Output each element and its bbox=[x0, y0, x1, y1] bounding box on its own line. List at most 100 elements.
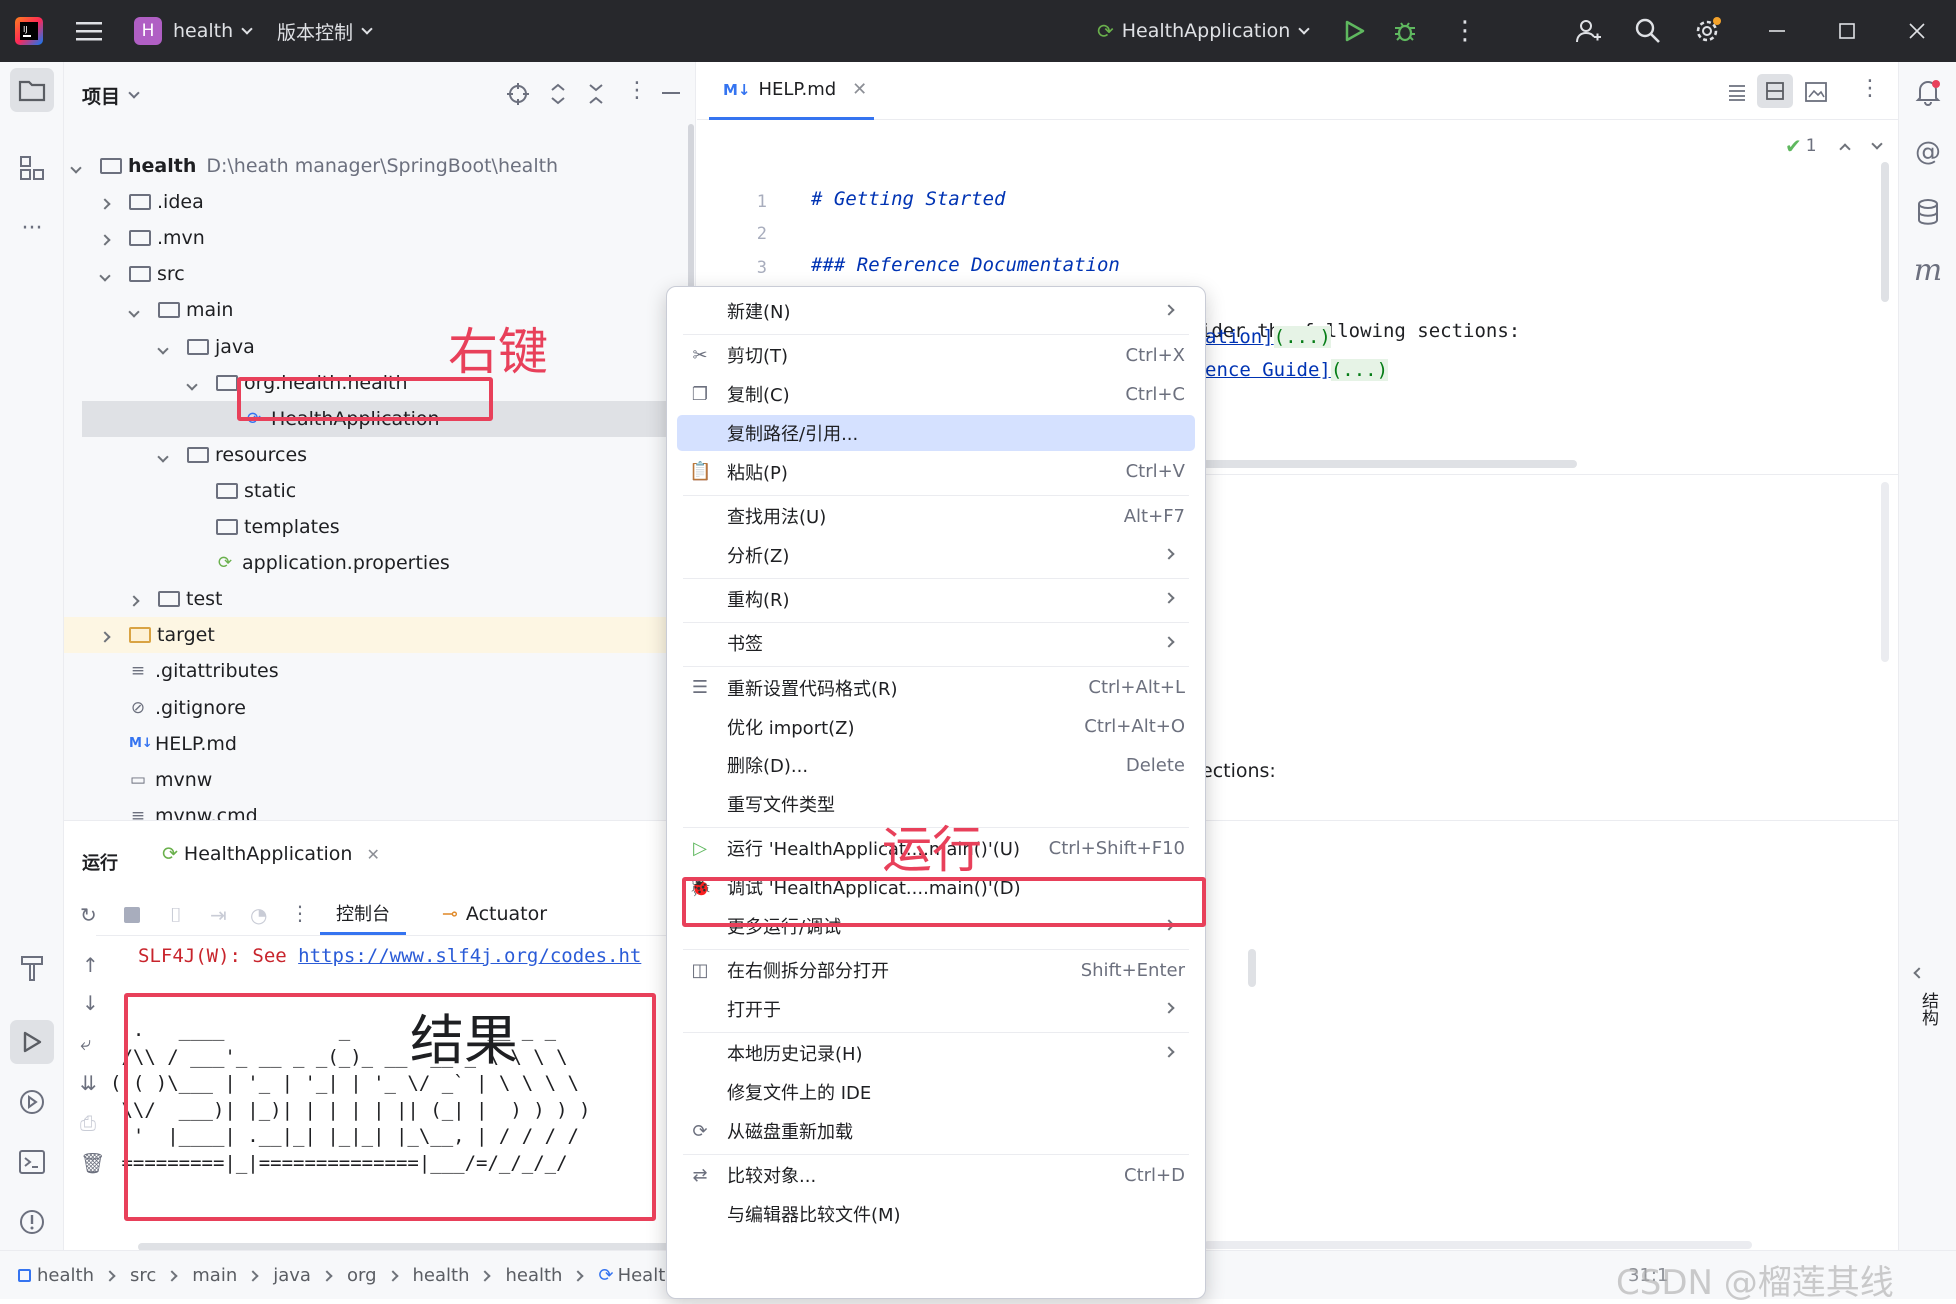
tree-row-main[interactable]: main bbox=[64, 292, 696, 328]
tree-row-gitattributes[interactable]: ≡ .gitattributes bbox=[64, 653, 696, 689]
menu-item-12[interactable]: 书签 bbox=[677, 625, 1195, 661]
tab-console[interactable]: 控制台 bbox=[320, 893, 406, 935]
tree-row-java[interactable]: java bbox=[64, 329, 696, 365]
expanded-chevron-icon[interactable] bbox=[186, 378, 198, 391]
expanded-chevron-icon[interactable] bbox=[157, 451, 169, 463]
tree-row-static[interactable]: static bbox=[64, 473, 696, 509]
structure-icon[interactable] bbox=[10, 146, 54, 190]
build-hammer-icon[interactable] bbox=[10, 946, 54, 990]
coverage-icon[interactable]: ◔ bbox=[250, 903, 267, 927]
expanded-chevron-icon[interactable] bbox=[128, 306, 140, 319]
collapsed-chevron-icon[interactable] bbox=[128, 595, 140, 607]
problems-icon[interactable] bbox=[10, 1200, 54, 1244]
breadcrumb-item[interactable]: main bbox=[192, 1265, 237, 1286]
collapsed-chevron-icon[interactable] bbox=[99, 234, 111, 246]
tree-row-test[interactable]: test bbox=[64, 581, 696, 617]
locate-file-icon[interactable] bbox=[506, 82, 530, 111]
more-tools-icon[interactable]: ··· bbox=[10, 206, 54, 250]
project-widget[interactable]: H health bbox=[134, 0, 253, 62]
tree-row-target[interactable]: target bbox=[64, 617, 696, 654]
expanded-chevron-icon[interactable] bbox=[70, 162, 82, 174]
tree-row-gitignore[interactable]: ⊘ .gitignore bbox=[64, 690, 696, 726]
run-button[interactable] bbox=[1342, 0, 1366, 62]
menu-item-31[interactable]: 与编辑器比较文件(M) bbox=[677, 1196, 1195, 1232]
menu-item-3[interactable]: ❐ 复制(C) Ctrl+C bbox=[677, 376, 1195, 412]
run-more-icon[interactable]: ⋮ bbox=[290, 901, 310, 925]
tree-row-templates[interactable]: templates bbox=[64, 509, 696, 545]
menu-item-16[interactable]: 删除(D)... Delete bbox=[677, 747, 1195, 783]
preview-vertical-scrollbar[interactable] bbox=[1881, 482, 1889, 662]
tree-row-mvnw[interactable]: ▭ mvnw bbox=[64, 762, 696, 798]
menu-item-5[interactable]: 📋 粘贴(P) Ctrl+V bbox=[677, 454, 1195, 490]
settings-gear-icon[interactable] bbox=[1692, 0, 1722, 62]
menu-item-27[interactable]: 修复文件上的 IDE bbox=[677, 1074, 1195, 1110]
scroll-to-end-icon[interactable]: ⇊ bbox=[80, 1071, 97, 1095]
print-icon[interactable]: ⎙ bbox=[80, 1111, 96, 1135]
run-config-selector[interactable]: ⟳ HealthApplication bbox=[1097, 0, 1310, 62]
link-text[interactable]: ation] bbox=[1205, 326, 1274, 348]
maximize-button[interactable] bbox=[1838, 0, 1856, 62]
expanded-chevron-icon[interactable] bbox=[99, 270, 111, 282]
tree-row-src[interactable]: src bbox=[64, 256, 696, 292]
camera-icon[interactable]: ⌷ bbox=[170, 903, 182, 927]
split-view-icon[interactable] bbox=[1757, 74, 1793, 108]
preview-only-icon[interactable] bbox=[1805, 82, 1827, 106]
services-icon[interactable] bbox=[10, 1080, 54, 1124]
code-vertical-scrollbar[interactable] bbox=[1881, 162, 1889, 302]
code-line[interactable]: # Getting Started bbox=[811, 188, 1005, 210]
tab-help-md[interactable]: M↓ HELP.md ✕ bbox=[709, 62, 874, 120]
collapsed-chevron-icon[interactable] bbox=[99, 198, 111, 210]
run-tab-healthapplication[interactable]: ⟳ HealthApplication ✕ bbox=[162, 843, 380, 865]
scroll-down-icon[interactable]: ↓ bbox=[82, 991, 99, 1015]
database-icon[interactable] bbox=[1906, 190, 1950, 234]
jetbrains-logo-icon[interactable]: IJ bbox=[14, 0, 44, 62]
close-tab-icon[interactable]: ✕ bbox=[366, 845, 379, 864]
add-user-icon[interactable] bbox=[1574, 0, 1602, 62]
search-icon[interactable] bbox=[1634, 0, 1662, 62]
breadcrumb-item[interactable]: src bbox=[130, 1265, 156, 1286]
minimize-button[interactable] bbox=[1768, 0, 1786, 62]
close-window-button[interactable] bbox=[1908, 0, 1926, 62]
link-fragment-1[interactable]: ation](...) bbox=[1205, 326, 1331, 348]
clear-trash-icon[interactable]: 🗑 bbox=[80, 1151, 105, 1175]
link-text[interactable]: ence Guide] bbox=[1205, 359, 1331, 381]
breadcrumb-item[interactable]: Healt bbox=[618, 1265, 666, 1286]
menu-item-4[interactable]: 复制路径/引用... bbox=[677, 414, 1195, 451]
maven-icon[interactable]: m bbox=[1906, 248, 1950, 292]
tab-options-icon[interactable]: ⋮ bbox=[1859, 76, 1881, 101]
editor-only-view-icon[interactable] bbox=[1727, 82, 1747, 106]
collapse-arrow-icon[interactable] bbox=[1913, 962, 1925, 981]
breadcrumb-item[interactable]: java bbox=[273, 1265, 311, 1286]
tree-row-help-md[interactable]: M↓ HELP.md bbox=[64, 726, 696, 762]
structure-side-label[interactable]: 结构 bbox=[1917, 992, 1941, 1026]
close-tab-icon[interactable]: ✕ bbox=[852, 79, 867, 100]
expand-all-icon[interactable] bbox=[548, 82, 568, 111]
stop-icon[interactable] bbox=[124, 907, 140, 923]
debug-button[interactable] bbox=[1392, 0, 1418, 62]
menu-item-30[interactable]: ⇄ 比较对象... Ctrl+D bbox=[677, 1157, 1195, 1193]
menu-item-0[interactable]: 新建(N) bbox=[677, 293, 1195, 329]
tree-row-mvn[interactable]: .mvn bbox=[64, 220, 696, 256]
options-icon[interactable]: ⋮ bbox=[626, 78, 648, 103]
breadcrumb-item[interactable]: health bbox=[505, 1265, 562, 1286]
rerun-icon[interactable]: ↻ bbox=[80, 903, 97, 927]
tree-row-health[interactable]: health D:\heath manager\SpringBoot\health bbox=[64, 148, 696, 184]
console-vertical-scrollbar[interactable] bbox=[1248, 949, 1256, 987]
menu-item-28[interactable]: ⟳ 从磁盘重新加载 bbox=[677, 1113, 1195, 1149]
hide-panel-icon[interactable] bbox=[662, 92, 680, 94]
previous-highlight-icon[interactable] bbox=[1838, 143, 1851, 155]
tab-actuator[interactable]: ⊸ Actuator bbox=[442, 893, 547, 935]
menu-item-10[interactable]: 重构(R) bbox=[677, 581, 1195, 617]
ai-assistant-icon[interactable]: @ bbox=[1906, 130, 1950, 174]
breadcrumb-item[interactable]: org bbox=[347, 1265, 377, 1286]
menu-item-8[interactable]: 分析(Z) bbox=[677, 537, 1195, 573]
collapsed-chevron-icon[interactable] bbox=[99, 631, 111, 643]
menu-item-14[interactable]: ☰ 重新设置代码格式(R) Ctrl+Alt+L bbox=[677, 670, 1195, 706]
expanded-chevron-icon[interactable] bbox=[157, 342, 169, 355]
console-scroll-track[interactable] bbox=[1204, 1241, 1752, 1249]
run-tool-icon[interactable] bbox=[10, 1020, 54, 1064]
code-line[interactable]: ### Reference Documentation bbox=[811, 254, 1120, 276]
terminal-icon[interactable] bbox=[10, 1140, 54, 1184]
scroll-up-icon[interactable]: ↑ bbox=[82, 953, 99, 977]
soft-wrap-icon[interactable]: ⤶ bbox=[80, 1031, 91, 1055]
